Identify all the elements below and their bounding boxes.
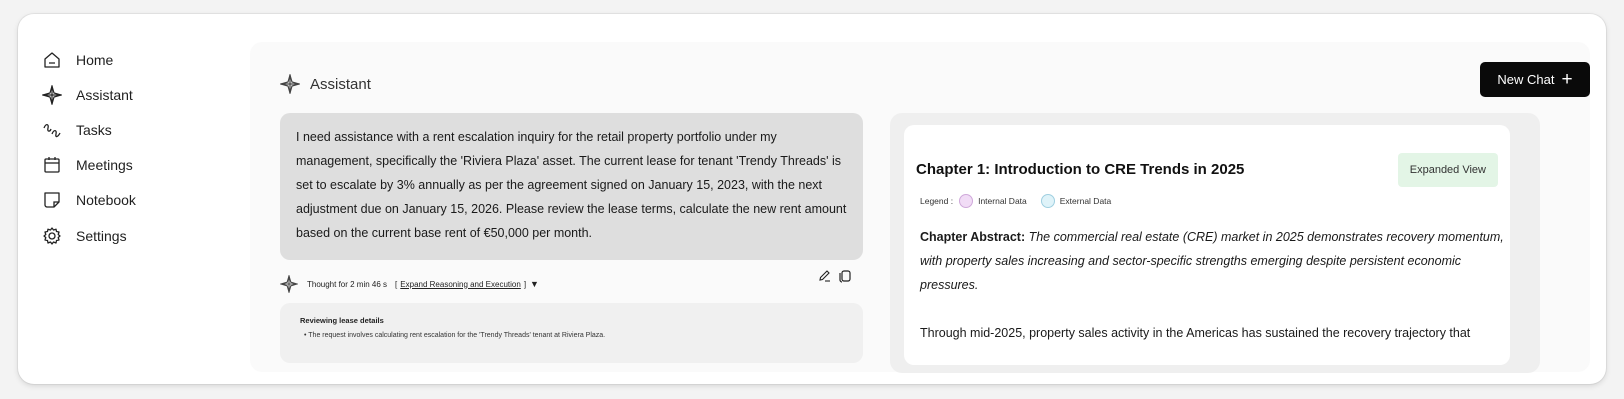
message-actions xyxy=(817,268,853,284)
sidebar-item-tasks[interactable]: Tasks xyxy=(36,112,236,147)
bracket-close: ] xyxy=(523,279,527,289)
reasoning-panel: Reviewing lease details • The request in… xyxy=(280,303,863,363)
page-title: Assistant xyxy=(280,74,371,94)
calendar-icon xyxy=(44,156,60,173)
document-body: Through mid-2025, property sales activit… xyxy=(920,326,1471,340)
assistant-icon xyxy=(280,275,298,293)
edit-icon[interactable] xyxy=(817,268,833,284)
sidebar: Home Assistant Tasks Meetings Notebook S… xyxy=(36,42,236,253)
external-data-swatch xyxy=(1040,194,1055,208)
reasoning-title: Reviewing lease details xyxy=(300,316,384,325)
sidebar-item-notebook[interactable]: Notebook xyxy=(36,182,236,217)
tasks-icon xyxy=(43,123,61,137)
document-card: Chapter 1: Introduction to CRE Trends in… xyxy=(904,125,1510,365)
sidebar-item-settings[interactable]: Settings xyxy=(36,218,236,253)
app-window: Home Assistant Tasks Meetings Notebook S… xyxy=(18,14,1606,384)
home-icon xyxy=(44,51,60,68)
expand-reasoning-link[interactable]: [Expand Reasoning and Execution] xyxy=(395,280,526,289)
legend-label: Legend : xyxy=(920,196,954,206)
legend-external: External Data xyxy=(1059,196,1112,206)
assistant-icon xyxy=(280,74,300,94)
assistant-icon xyxy=(42,84,62,105)
bracket-open: [ xyxy=(395,279,398,289)
sidebar-item-home[interactable]: Home xyxy=(36,42,236,77)
new-chat-button[interactable]: New Chat + xyxy=(1480,62,1590,97)
expand-reasoning-label: Expand Reasoning and Execution xyxy=(400,279,521,289)
plus-icon: + xyxy=(1561,69,1573,90)
reasoning-bullet-text: The request involves calculating rent es… xyxy=(308,332,606,339)
chapter-abstract: Chapter Abstract: The commercial real es… xyxy=(920,225,1510,297)
chevron-down-icon[interactable]: ▼ xyxy=(530,279,539,289)
thought-duration: Thought for 2 min 46 s xyxy=(307,279,388,289)
sidebar-item-label: Assistant xyxy=(76,86,133,103)
document-title: Chapter 1: Introduction to CRE Trends in… xyxy=(916,161,1245,178)
abstract-label: Chapter Abstract: xyxy=(920,230,1026,244)
expanded-view-button[interactable]: Expanded View xyxy=(1397,153,1498,187)
sidebar-item-label: Home xyxy=(76,51,114,68)
main-panel: Assistant New Chat + I need assistance w… xyxy=(250,42,1590,373)
page-title-label: Assistant xyxy=(310,75,371,93)
sidebar-item-meetings[interactable]: Meetings xyxy=(36,147,236,182)
sidebar-item-label: Meetings xyxy=(76,156,133,173)
notebook-icon xyxy=(44,191,60,208)
internal-data-swatch xyxy=(959,194,974,208)
copy-icon[interactable] xyxy=(837,268,853,284)
user-message: I need assistance with a rent escalation… xyxy=(280,113,863,260)
sidebar-item-assistant[interactable]: Assistant xyxy=(36,77,236,112)
chat-column: I need assistance with a rent escalation… xyxy=(280,113,863,363)
legend-internal: Internal Data xyxy=(978,196,1027,206)
document-panel: Chapter 1: Introduction to CRE Trends in… xyxy=(890,113,1540,373)
legend: Legend : Internal Data External Data xyxy=(920,194,1111,208)
new-chat-label: New Chat xyxy=(1497,72,1555,87)
sidebar-item-label: Settings xyxy=(76,227,127,244)
thought-row: Thought for 2 min 46 s [Expand Reasoning… xyxy=(280,275,539,293)
sidebar-item-label: Tasks xyxy=(76,121,112,138)
sidebar-item-label: Notebook xyxy=(76,191,136,208)
gear-icon xyxy=(43,226,61,245)
reasoning-bullet: • The request involves calculating rent … xyxy=(304,332,606,339)
